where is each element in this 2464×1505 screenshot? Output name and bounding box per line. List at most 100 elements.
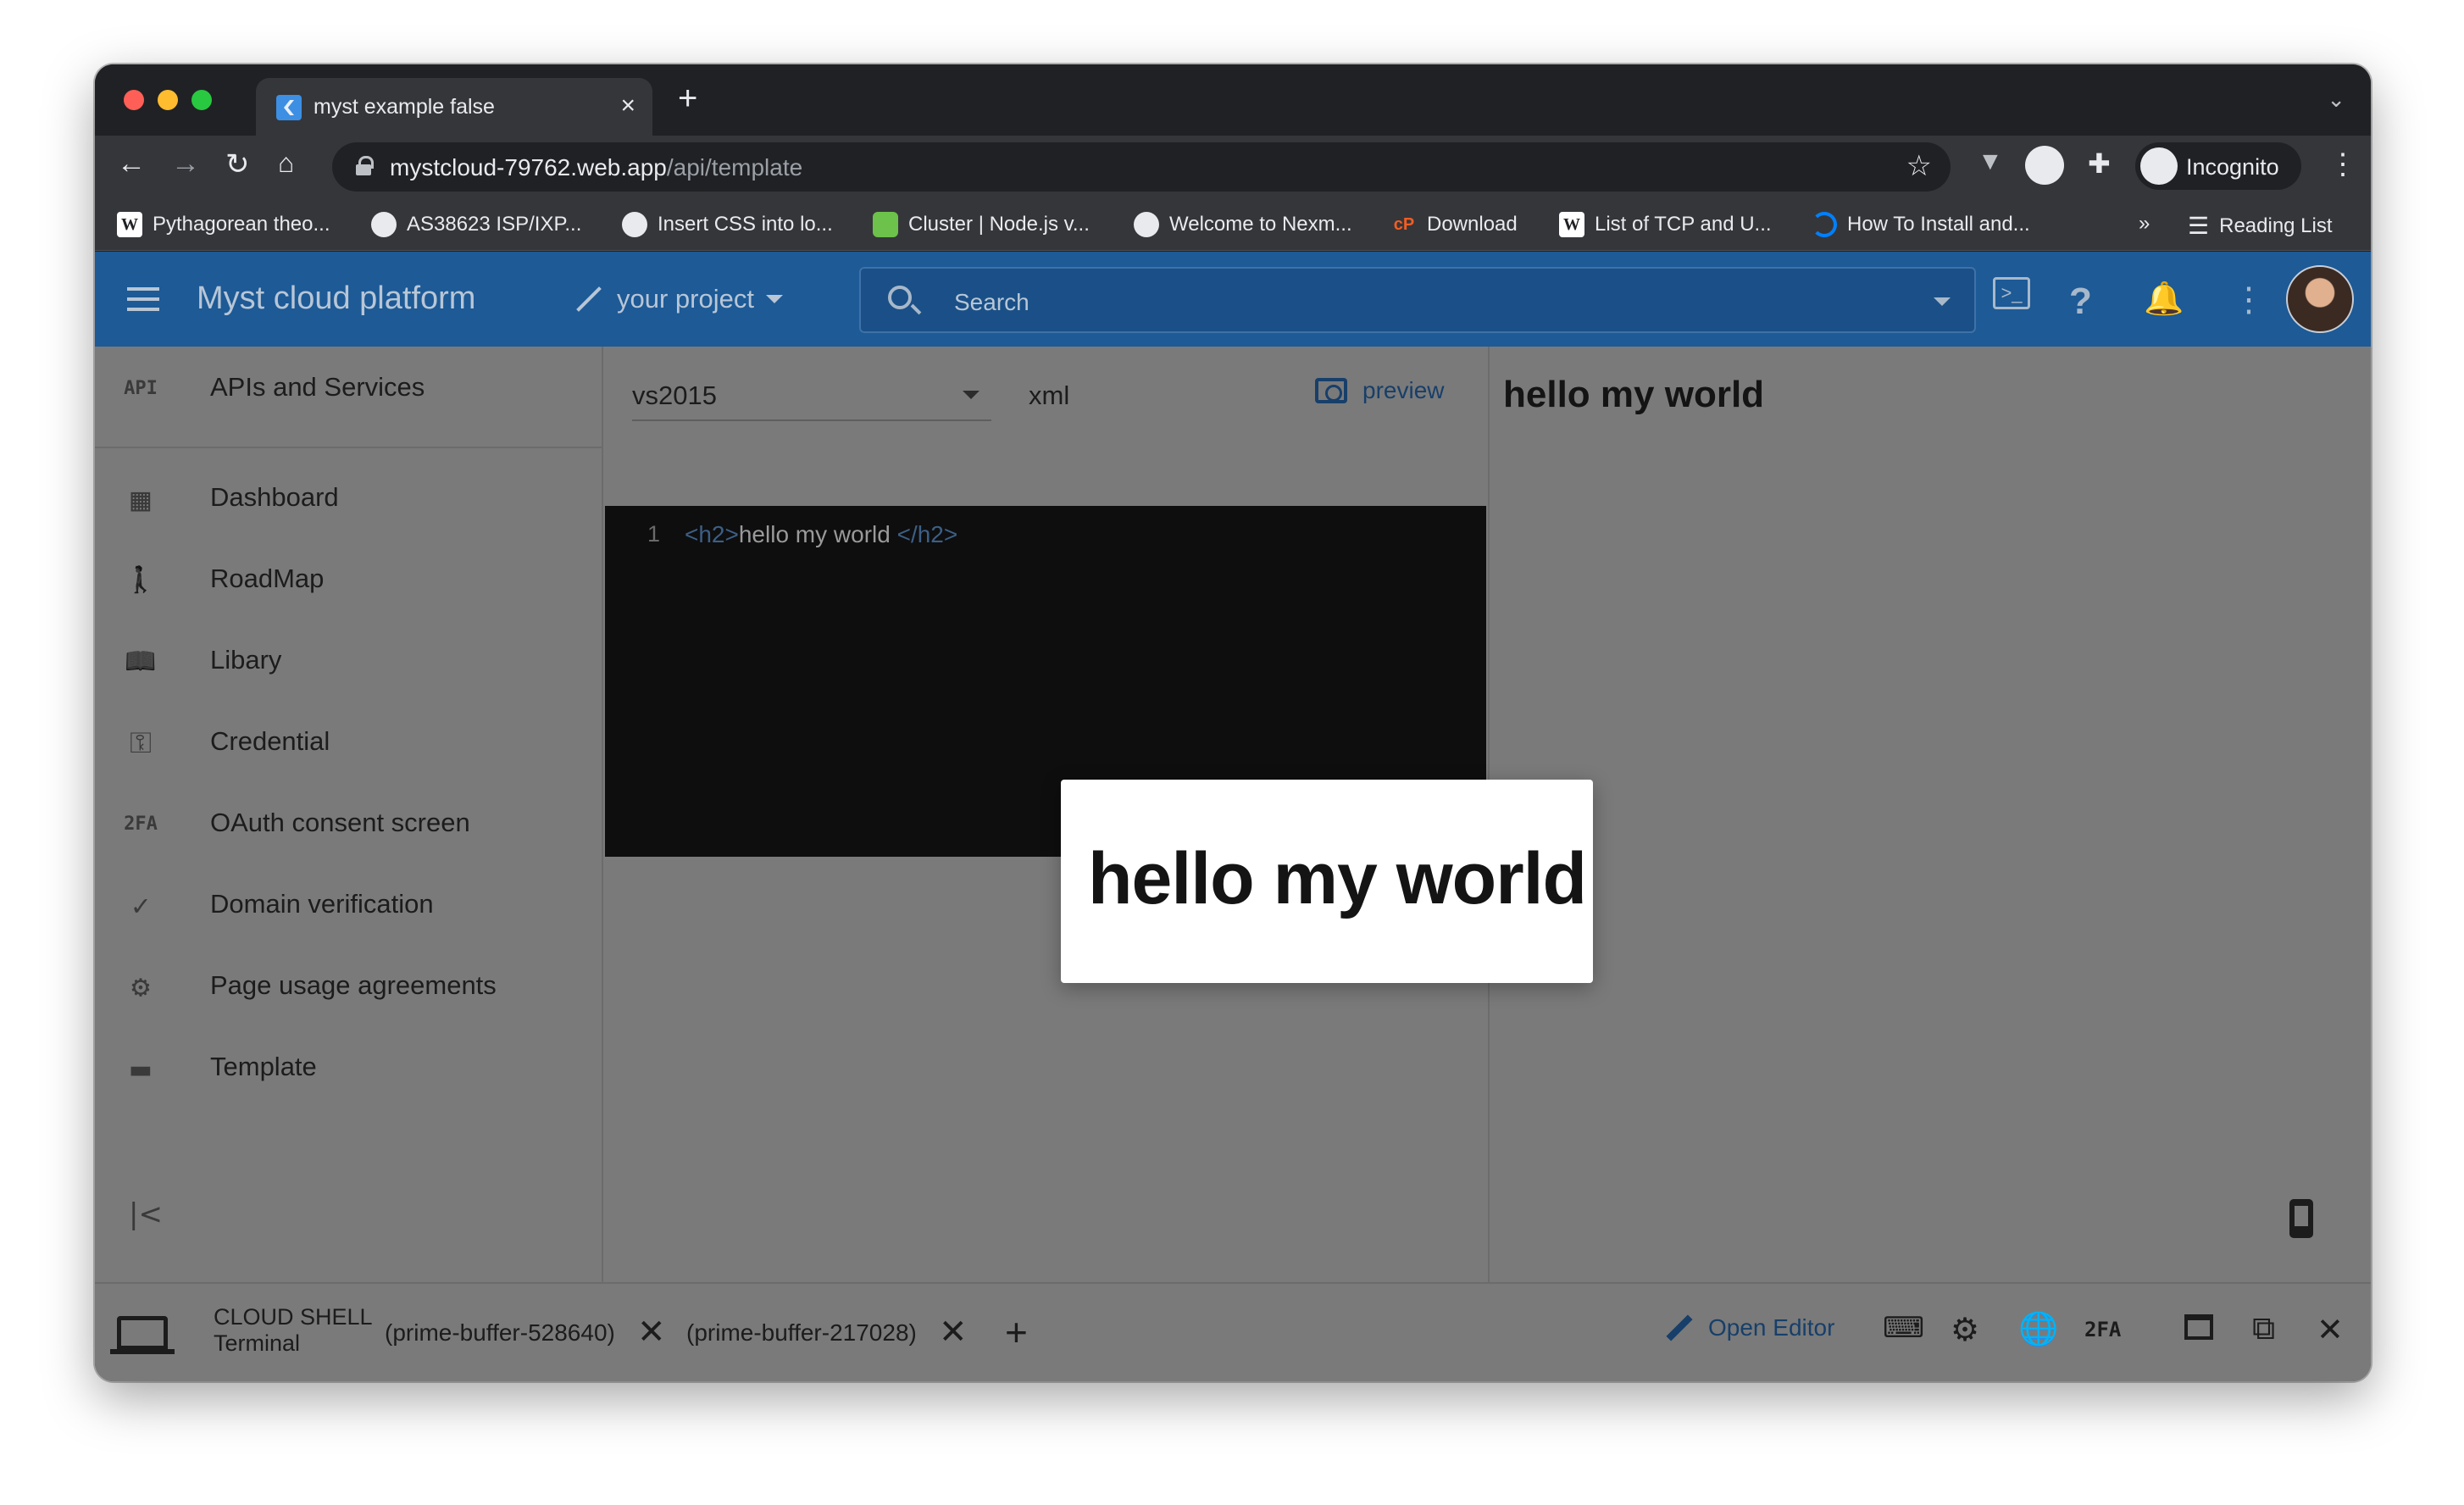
sidebar-item-oauth[interactable]: 2FA OAuth consent screen	[95, 782, 602, 864]
sidebar-item-domain-verification[interactable]: ✓ Domain verification	[95, 864, 602, 945]
project-selector[interactable]: your project	[573, 284, 783, 314]
globe-icon	[622, 212, 647, 237]
language-label: xml	[1029, 380, 1070, 410]
add-shell-tab-button[interactable]: +	[1005, 1309, 1028, 1355]
extension-avatar-icon[interactable]	[2025, 146, 2064, 185]
sidebar-item-label: Libary	[210, 645, 282, 675]
globe-icon[interactable]: 🌐	[2018, 1311, 2058, 1348]
cloud-shell-title-line1: CLOUD SHELL	[214, 1304, 373, 1330]
sidebar-item-apis[interactable]: API APIs and Services	[95, 347, 602, 428]
help-icon[interactable]: ?	[2069, 280, 2092, 323]
wikipedia-icon: W	[117, 212, 142, 237]
tab-strip: myst example false × + ⌄	[95, 64, 2371, 136]
collapse-sidebar-icon[interactable]: |<	[129, 1197, 163, 1231]
hamburger-menu-icon[interactable]	[127, 287, 159, 311]
incognito-label: Incognito	[2186, 154, 2279, 180]
preview-label: preview	[1362, 377, 1445, 403]
tab-search-chevron-icon[interactable]: ⌄	[2327, 86, 2345, 113]
reading-list-icon: ☰	[2188, 213, 2210, 239]
user-avatar[interactable]	[2286, 265, 2354, 333]
settings-box-icon: ⚙	[131, 969, 150, 1004]
address-bar[interactable]: mystcloud-79762.web.app/api/template ☆	[332, 142, 1951, 192]
new-tab-button[interactable]: +	[678, 80, 697, 118]
bookmark-item[interactable]: Welcome to Nexm...	[1134, 212, 1352, 237]
theme-select[interactable]: vs2015	[632, 367, 991, 421]
sidebar-item-dashboard[interactable]: ▦ Dashboard	[95, 457, 602, 538]
terminal-icon[interactable]: >_	[1993, 277, 2030, 309]
more-vert-icon[interactable]: ⋮	[2232, 280, 2266, 319]
bookmark-item[interactable]: How To Install and...	[1812, 212, 2030, 237]
search-input[interactable]: Search	[859, 267, 1976, 333]
sidebar-item-credential[interactable]: ⚿ Credential	[95, 701, 602, 782]
tab-close-icon[interactable]: ×	[620, 92, 635, 120]
vue-devtools-icon[interactable]: ▼	[1978, 147, 2003, 176]
keyboard-icon[interactable]: ⌨	[1883, 1311, 1924, 1345]
bookmark-item[interactable]: W List of TCP and U...	[1559, 212, 1772, 237]
search-placeholder: Search	[954, 289, 1029, 315]
forward-arrow-icon[interactable]: →	[171, 147, 200, 180]
zoom-window-button[interactable]	[191, 90, 212, 110]
app-bar: Myst cloud platform your project Search …	[95, 252, 2371, 347]
sidebar-item-page-usage[interactable]: ⚙ Page usage agreements	[95, 945, 602, 1026]
home-icon[interactable]: ⌂	[278, 147, 294, 179]
library-book-icon: 📖	[125, 647, 157, 676]
preview-pane: hello my world	[1488, 347, 2371, 1282]
maximize-icon[interactable]	[2184, 1314, 2213, 1340]
sidebar-item-label: Credential	[210, 726, 330, 756]
bookmark-item[interactable]: W Pythagorean theo...	[117, 212, 330, 237]
browser-menu-icon[interactable]: ⋮	[2328, 147, 2357, 181]
key-icon: ⚿	[130, 726, 152, 760]
close-shell-icon[interactable]: ✕	[2317, 1311, 2344, 1349]
wikipedia-icon: W	[1559, 212, 1584, 237]
bookmark-star-icon[interactable]: ☆	[1906, 149, 1932, 183]
close-tab-icon[interactable]: ✕	[939, 1313, 968, 1352]
chevron-down-icon	[765, 295, 783, 303]
gear-icon[interactable]: ⚙	[1951, 1311, 1979, 1349]
notifications-bell-icon[interactable]: 🔔	[2144, 280, 2184, 318]
bookmark-item[interactable]: AS38623 ISP/IXP...	[371, 212, 581, 237]
laptop-icon	[110, 1316, 175, 1354]
browser-toolbar: ← → ↻ ⌂ mystcloud-79762.web.app/api/temp…	[95, 136, 2371, 198]
bookmark-item[interactable]: Insert CSS into lo...	[622, 212, 833, 237]
incognito-icon	[2140, 147, 2178, 185]
shell-tab[interactable]: (prime-buffer-217028)	[686, 1319, 917, 1347]
lock-icon[interactable]	[356, 156, 374, 175]
preview-modal[interactable]: hello my world	[1061, 780, 1593, 983]
incognito-badge[interactable]: Incognito	[2135, 142, 2301, 190]
open-in-new-icon[interactable]: ⧉	[2252, 1311, 2275, 1347]
theme-value: vs2015	[632, 380, 717, 410]
tab-myst-example[interactable]: myst example false ×	[256, 78, 652, 136]
back-arrow-icon[interactable]: ←	[117, 147, 146, 180]
cloud-shell-title-line2: Terminal	[214, 1330, 301, 1357]
cpanel-icon: cP	[1393, 215, 1415, 234]
digitalocean-icon	[1812, 212, 1837, 237]
open-editor-label: Open Editor	[1708, 1314, 1835, 1341]
reading-list-button[interactable]: ☰ Reading List	[2188, 212, 2333, 240]
sidebar-item-template[interactable]: ▬ Template	[95, 1026, 602, 1108]
sidebar-item-roadmap[interactable]: 🚶 RoadMap	[95, 538, 602, 619]
preview-button[interactable]: preview	[1315, 377, 1444, 404]
shell-tab[interactable]: (prime-buffer-528640)	[385, 1319, 615, 1347]
preview-heading: hello my world	[1503, 374, 1765, 415]
two-factor-icon[interactable]: 2FA	[2084, 1318, 2121, 1341]
open-editor-button[interactable]: Open Editor	[1664, 1314, 1834, 1341]
minimize-window-button[interactable]	[158, 90, 178, 110]
bookmark-item[interactable]: cP Download	[1391, 212, 1518, 237]
bookmarks-overflow-button[interactable]: »	[2139, 212, 2150, 236]
close-window-button[interactable]	[124, 90, 144, 110]
globe-icon	[371, 212, 397, 237]
api-icon: API	[124, 378, 158, 399]
extensions-puzzle-icon[interactable]: ✚	[2088, 147, 2111, 180]
url-text[interactable]: mystcloud-79762.web.app/api/template	[390, 154, 802, 181]
close-tab-icon[interactable]: ✕	[637, 1313, 666, 1352]
reload-icon[interactable]: ↻	[225, 147, 250, 181]
search-dropdown-icon[interactable]	[1934, 297, 1951, 306]
code-line[interactable]: <h2>hello my world </h2>	[685, 521, 957, 548]
sidebar-item-label: Domain verification	[210, 889, 434, 919]
preview-eye-icon	[1315, 378, 1347, 403]
bookmark-item[interactable]: Cluster | Node.js v...	[873, 212, 1090, 237]
project-pencil-icon	[576, 286, 602, 312]
template-icon: ▬	[130, 1050, 151, 1087]
sidebar-item-libary[interactable]: 📖 Libary	[95, 619, 602, 701]
phone-view-icon[interactable]	[2289, 1199, 2313, 1238]
